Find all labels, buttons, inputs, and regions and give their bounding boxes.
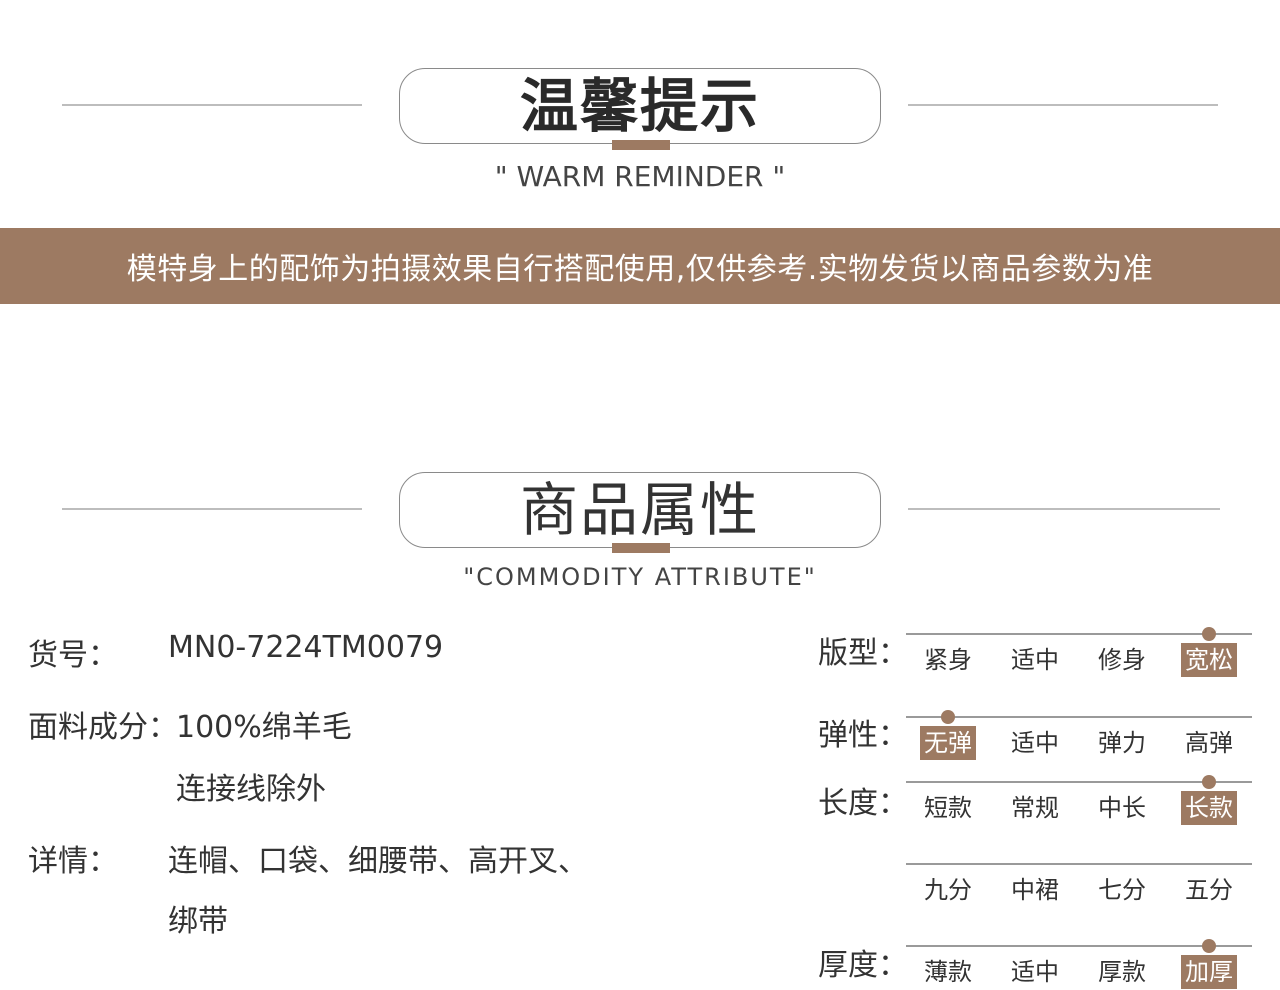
length-option: 中长 bbox=[1098, 794, 1146, 822]
attributes-title-box: 商品属性 bbox=[399, 472, 881, 548]
attributes-title: 商品属性 bbox=[519, 476, 760, 544]
reminder-title: 温馨提示 bbox=[519, 72, 760, 140]
thickness-option: 薄款 bbox=[924, 958, 972, 986]
sku-value: MN0-7224TM0079 bbox=[168, 630, 444, 665]
notice-banner: 模特身上的配饰为拍摄效果自行搭配使用,仅供参考.实物发货以商品参数为准 bbox=[0, 228, 1280, 304]
fit-option: 适中 bbox=[1011, 646, 1059, 674]
length-option-selected: 长款 bbox=[1181, 791, 1237, 825]
fabric-note: 连接线除外 bbox=[176, 772, 326, 807]
notice-banner-text: 模特身上的配饰为拍摄效果自行搭配使用,仅供参考.实物发货以商品参数为准 bbox=[126, 252, 1154, 287]
length-row2-option: 中裙 bbox=[1011, 876, 1059, 904]
length-option: 常规 bbox=[1011, 794, 1059, 822]
fit-option-selected: 宽松 bbox=[1181, 643, 1237, 677]
fit-option: 修身 bbox=[1098, 646, 1146, 674]
thickness-marker-dot bbox=[1202, 939, 1216, 953]
elasticity-scale-line bbox=[906, 716, 1252, 718]
thickness-option: 厚款 bbox=[1098, 958, 1146, 986]
reminder-title-box: 温馨提示 bbox=[399, 68, 881, 144]
elasticity-option: 适中 bbox=[1011, 729, 1059, 757]
thickness-option: 适中 bbox=[1011, 958, 1059, 986]
attributes-title-accent bbox=[612, 543, 670, 553]
details-line-1: 连帽、口袋、细腰带、高开叉、 bbox=[168, 844, 588, 879]
thickness-option-selected: 加厚 bbox=[1181, 955, 1237, 989]
length-row2-option: 九分 bbox=[924, 876, 972, 904]
elasticity-option: 高弹 bbox=[1185, 729, 1233, 757]
length-row2-scale-line bbox=[906, 863, 1252, 865]
fabric-value: 100%绵羊毛 bbox=[176, 710, 352, 745]
reminder-title-accent bbox=[612, 140, 670, 150]
fit-scale-line bbox=[906, 633, 1252, 635]
length-scale-line bbox=[906, 781, 1252, 783]
reminder-right-line bbox=[908, 104, 1218, 106]
thickness-label: 厚度： bbox=[818, 948, 908, 983]
length-option: 短款 bbox=[924, 794, 972, 822]
fit-option: 紧身 bbox=[924, 646, 972, 674]
reminder-left-line bbox=[62, 104, 362, 106]
fit-marker-dot bbox=[1202, 627, 1216, 641]
sku-label: 货号： bbox=[28, 638, 118, 673]
length-marker-dot bbox=[1202, 775, 1216, 789]
reminder-subtitle: " WARM REMINDER " bbox=[494, 160, 786, 193]
elasticity-option: 弹力 bbox=[1098, 729, 1146, 757]
details-label: 详情： bbox=[28, 844, 118, 879]
elasticity-label: 弹性： bbox=[818, 718, 908, 753]
thickness-scale-line bbox=[906, 945, 1252, 947]
attributes-subtitle: "COMMODITY ATTRIBUTE" bbox=[463, 563, 817, 591]
attributes-left-line bbox=[62, 508, 362, 510]
elasticity-option-selected: 无弹 bbox=[920, 726, 976, 760]
fit-label: 版型： bbox=[818, 636, 908, 671]
elasticity-marker-dot bbox=[941, 710, 955, 724]
length-row2-option: 七分 bbox=[1098, 876, 1146, 904]
attributes-right-line bbox=[908, 508, 1220, 510]
fabric-label: 面料成分： bbox=[28, 710, 178, 745]
details-line-2: 绑带 bbox=[168, 904, 228, 939]
length-label: 长度： bbox=[818, 786, 908, 821]
length-row2-option: 五分 bbox=[1185, 876, 1233, 904]
